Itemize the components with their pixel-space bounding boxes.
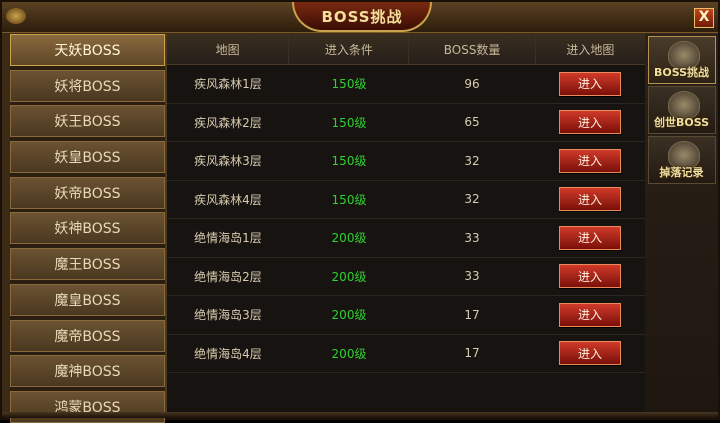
boss-count: 65 — [464, 115, 480, 130]
level-requirement: 200级 — [331, 308, 367, 323]
enter-cell: 进入 — [535, 104, 645, 142]
close-button[interactable]: X — [694, 8, 714, 28]
map-name: 绝情海岛2层 — [194, 269, 262, 284]
level-requirement: 150级 — [331, 154, 367, 169]
map-name: 疾风森林4层 — [194, 192, 262, 207]
table-row: 疾风森林3层 150级 32 进入 — [167, 142, 645, 181]
level-requirement: 150级 — [331, 192, 367, 207]
sidebar-item-label: 妖帝BOSS — [54, 185, 121, 202]
table-row: 绝情海岛1层 200级 33 进入 — [167, 219, 645, 258]
right-tab-label: 创世BOSS — [653, 116, 710, 129]
right-tab-label: 掉落记录 — [659, 166, 704, 179]
sidebar-item-label: 妖神BOSS — [54, 221, 121, 238]
boss-count: 17 — [464, 307, 480, 322]
table-row: 疾风森林4层 150级 32 进入 — [167, 181, 645, 219]
level-requirement: 200级 — [331, 269, 367, 284]
level-requirement: 200级 — [331, 346, 367, 361]
boss-count: 32 — [464, 153, 480, 168]
table-row: 绝情海岛3层 200级 17 进入 — [167, 296, 645, 335]
map-name: 疾风森林3层 — [194, 154, 262, 169]
map-name: 疾风森林2层 — [194, 115, 262, 130]
table-row: 绝情海岛2层 200级 33 进入 — [167, 258, 645, 296]
boss-count: 17 — [464, 346, 480, 361]
sidebar-item-9[interactable]: 魔神BOSS — [10, 355, 165, 388]
map-name: 绝情海岛3层 — [194, 308, 262, 323]
sidebar-item-10[interactable]: 鸿蒙BOSS — [10, 390, 165, 423]
enter-cell: 进入 — [535, 181, 645, 219]
enter-cell: 进入 — [535, 258, 645, 296]
boss-count: 32 — [464, 192, 480, 207]
boss-count: 96 — [464, 76, 480, 91]
right-tab-2[interactable]: 掉落记录 — [647, 136, 716, 184]
map-name: 绝情海岛1层 — [194, 231, 262, 246]
enter-cell: 进入 — [535, 65, 645, 103]
table-row: 疾风森林2层 150级 65 进入 — [167, 104, 645, 142]
map-name: 绝情海岛4层 — [194, 346, 262, 361]
right-tab-label: BOSS挑战 — [653, 66, 710, 79]
boss-count: 33 — [464, 269, 480, 284]
boss-count: 33 — [464, 230, 480, 245]
sidebar-item-label: 妖王BOSS — [54, 114, 121, 131]
enter-map-button[interactable]: 进入 — [559, 341, 621, 366]
enter-map-button[interactable]: 进入 — [559, 264, 621, 289]
right-tab-0[interactable]: BOSS挑战 — [647, 36, 716, 84]
header-map: 地图 — [167, 34, 290, 64]
enter-cell: 进入 — [535, 219, 645, 257]
sidebar-item-4[interactable]: 妖帝BOSS — [10, 176, 165, 209]
header-requirement: 进入条件 — [289, 34, 410, 64]
sidebar-item-label: 妖将BOSS — [54, 78, 121, 95]
sidebar-item-label: 妖皇BOSS — [54, 150, 121, 167]
sidebar-item-1[interactable]: 妖将BOSS — [10, 69, 165, 102]
corner-ornament-icon — [6, 8, 26, 24]
enter-map-button[interactable]: 进入 — [559, 302, 621, 327]
boss-category-sidebar: 天妖BOSS 妖将BOSS 妖王BOSS 妖皇BOSS 妖帝BOSS 妖神BOSS 魔王BO… — [10, 34, 165, 423]
enter-map-button[interactable]: 进入 — [559, 225, 621, 250]
enter-map-button[interactable]: 进入 — [559, 148, 621, 173]
window-title: BOSS挑战 — [292, 2, 432, 32]
sidebar-item-7[interactable]: 魔皇BOSS — [10, 283, 165, 316]
boss-challenge-window: BOSS挑战 X 天妖BOSS 妖将BOSS 妖王BOSS 妖皇BOSS 妖帝BOSS 妖… — [0, 0, 720, 423]
sidebar-item-3[interactable]: 妖皇BOSS — [10, 141, 165, 174]
map-table: 地图 进入条件 BOSS数量 进入地图 疾风森林1层 150级 96 进入 疾风森林2层… — [165, 34, 647, 416]
enter-map-button[interactable]: 进入 — [559, 71, 621, 96]
enter-map-button[interactable]: 进入 — [559, 110, 621, 135]
sidebar-item-2[interactable]: 妖王BOSS — [10, 105, 165, 138]
header-boss-count: BOSS数量 — [409, 34, 536, 64]
table-row: 疾风森林1层 150级 96 进入 — [167, 65, 645, 104]
sidebar-item-0[interactable]: 天妖BOSS — [10, 34, 165, 66]
enter-cell: 进入 — [535, 142, 645, 180]
table-row: 绝情海岛4层 200级 17 进入 — [167, 335, 645, 373]
sidebar-item-label: 天妖BOSS — [54, 43, 121, 59]
enter-cell: 进入 — [535, 296, 645, 334]
table-body: 疾风森林1层 150级 96 进入 疾风森林2层 150级 65 进入 疾风森林3层 150级 32… — [167, 65, 645, 373]
sidebar-item-label: 魔帝BOSS — [54, 328, 121, 345]
sidebar-item-5[interactable]: 妖神BOSS — [10, 212, 165, 245]
sidebar-item-6[interactable]: 魔王BOSS — [10, 248, 165, 281]
level-requirement: 150级 — [331, 115, 367, 130]
title-bar: BOSS挑战 X — [2, 2, 718, 33]
map-name: 疾风森林1层 — [194, 77, 262, 92]
enter-map-button[interactable]: 进入 — [559, 187, 621, 212]
header-enter-map: 进入地图 — [566, 42, 615, 57]
right-tab-bar: BOSS挑战 创世BOSS 掉落记录 — [645, 34, 718, 416]
sidebar-item-8[interactable]: 魔帝BOSS — [10, 319, 165, 352]
sidebar-item-label: 魔神BOSS — [54, 364, 121, 381]
level-requirement: 150级 — [331, 77, 367, 92]
sidebar-item-label: 魔皇BOSS — [54, 292, 121, 309]
level-requirement: 200级 — [331, 231, 367, 246]
enter-cell: 进入 — [535, 335, 645, 373]
bottom-border — [2, 412, 718, 418]
sidebar-item-label: 魔王BOSS — [54, 257, 121, 274]
right-tab-1[interactable]: 创世BOSS — [647, 86, 716, 134]
table-header: 地图 进入条件 BOSS数量 进入地图 — [167, 34, 645, 65]
